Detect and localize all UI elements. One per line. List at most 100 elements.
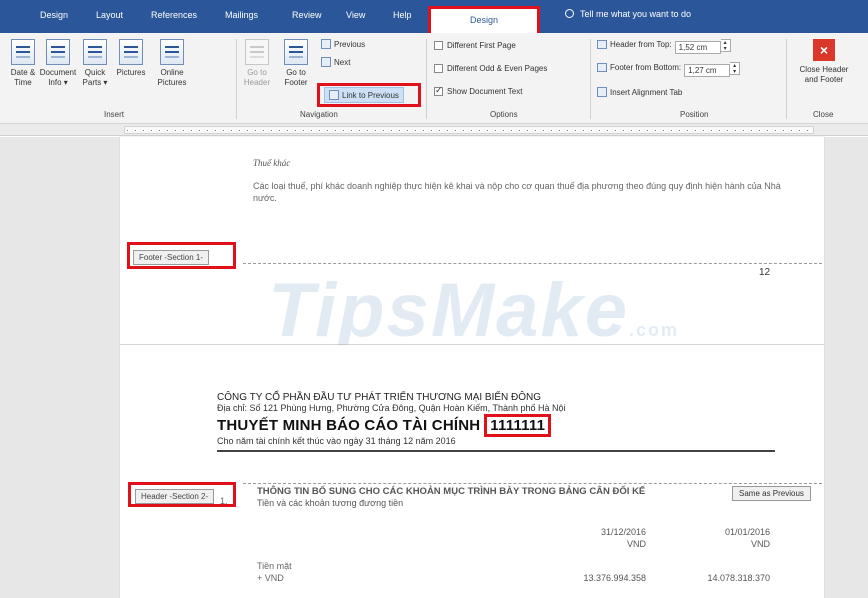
row-value-2: 14.078.318.370 [707,573,770,583]
tab-header-footer-design[interactable]: Design [428,6,540,33]
online-pictures-label-1: Online [160,68,184,77]
tab-review[interactable]: Review [292,10,322,20]
online-pictures-button[interactable]: Online Pictures [150,39,194,88]
row-value-1: 13.376.994.358 [583,573,646,583]
header-from-top-field[interactable]: 1,52 cm [674,41,721,54]
tell-me-box[interactable]: Tell me what you want to do [565,9,691,19]
group-separator [426,39,427,119]
watermark-suffix: .com [628,320,679,340]
close-icon: × [813,39,835,61]
quick-parts-label-1: Quick [84,68,106,77]
go-to-footer-label-2: Footer [284,78,308,87]
quick-parts-label-2: Parts ▾ [82,78,108,87]
document-info-icon [46,39,70,65]
different-odd-even-label: Different Odd & Even Pages [447,64,548,73]
report-title: THUYẾT MINH BÁO CÁO TÀI CHÍNH 1111111 [217,414,552,437]
next-label: Next [334,58,351,67]
go-to-footer-label-1: Go to [286,68,306,77]
watermark-main: TipsMake [268,268,629,353]
date-time-label-2: Time [14,78,32,87]
tell-me-text: Tell me what you want to do [580,9,692,19]
column-header-unit-2: VND [750,539,770,549]
previous-label: Previous [334,40,366,49]
previous-button[interactable]: Previous [321,39,365,49]
go-to-header-label-2: Header [243,78,271,87]
close-group-label: Close [813,110,834,119]
different-odd-even-checkbox[interactable]: Different Odd & Even Pages [434,64,547,73]
row-sub-label: + VND [257,573,284,583]
column-header-date-1: 31/12/2016 [600,527,646,537]
footer-icon [284,39,308,65]
document-info-button[interactable]: Document Info ▾ [38,39,78,88]
go-to-header-label-1: Go to [247,68,267,77]
tab-view[interactable]: View [346,10,365,20]
tab-layout[interactable]: Layout [96,10,123,20]
report-subtitle: Cho năm tài chính kết thúc vào ngày 31 t… [217,436,456,446]
document-info-label-1: Document [39,68,77,77]
group-separator [590,39,591,119]
date-time-label-1: Date & [10,68,36,77]
group-separator [236,39,237,119]
checkbox-box-checked [434,85,443,96]
column-header-unit-1: VND [626,539,646,549]
header-from-top-spinner[interactable]: Header from Top: 1,52 cm ▴ ▾ [597,39,731,54]
tab-references[interactable]: References [151,10,197,20]
link-to-previous-highlight [317,83,421,107]
document-canvas: Thuế khác Các loại thuế, phí khác doanh … [0,137,868,598]
pictures-button[interactable]: Pictures [110,39,152,78]
online-picture-icon [160,39,184,65]
footer-from-bottom-field[interactable]: 1,27 cm [684,64,731,77]
show-document-text-checkbox[interactable]: Show Document Text [434,85,523,96]
options-group-label: Options [490,110,518,119]
next-section-icon [321,57,331,67]
header-boundary-line [243,483,822,484]
lightbulb-icon [565,9,574,18]
insert-group-label: Insert [104,110,125,119]
horizontal-ruler [0,124,868,136]
calendar-icon [11,39,35,65]
insert-alignment-tab-button[interactable]: Insert Alignment Tab [597,87,682,97]
report-title-number[interactable]: 1111111 [484,414,552,437]
online-pictures-label-2: Pictures [157,78,187,87]
alignment-tab-icon [597,87,607,97]
tab-help[interactable]: Help [393,10,412,20]
next-button[interactable]: Next [321,57,350,67]
close-header-footer-button[interactable]: × Close Header and Footer [792,39,856,85]
ruler-scale[interactable] [124,126,814,134]
position-group-label: Position [680,110,709,119]
date-time-button[interactable]: Date & Time [4,39,42,88]
different-first-page-checkbox[interactable]: Different First Page [434,41,516,50]
section-heading: Thuế khác [253,158,291,168]
navigation-group-label: Navigation [300,110,338,119]
footer-from-bottom-spinner[interactable]: Footer from Bottom: 1,27 cm ▴ ▾ [597,62,741,77]
tab-design-file[interactable]: Design [40,10,68,20]
checkbox-box [434,64,443,73]
body-paragraph: Các loại thuế, phí khác doanh nghiệp thự… [253,181,781,203]
section-title: THÔNG TIN BỔ SUNG CHO CÁC KHOẢN MỤC TRÌN… [257,486,646,497]
company-address: Địa chỉ: Số 121 Phùng Hưng, Phường Cửa Đ… [217,403,566,413]
go-to-footer-button[interactable]: Go to Footer [280,39,312,88]
quick-parts-button[interactable]: Quick Parts ▾ [77,39,113,88]
footer-from-bottom-label: Footer from Bottom: [610,63,682,72]
footer-position-icon [597,63,607,72]
quick-parts-icon [83,39,107,65]
previous-section-icon [321,39,331,49]
same-as-previous-tag: Same as Previous [732,486,811,501]
go-to-header-button[interactable]: Go to Header [242,39,272,88]
spinner-arrows-icon[interactable]: ▴ ▾ [720,39,731,52]
header-position-icon [597,40,607,49]
document-page-2: CÔNG TY CỔ PHẦN ĐẦU TƯ PHÁT TRIỂN THƯƠNG… [120,345,824,598]
header-icon [245,39,269,65]
footer-tag-highlight [127,242,236,269]
tab-mailings[interactable]: Mailings [225,10,258,20]
picture-icon [119,39,143,65]
ribbon-body: Date & Time Document Info ▾ Quick Parts … [0,33,868,124]
footer-boundary-line [243,263,822,264]
insert-alignment-tab-label: Insert Alignment Tab [610,88,683,97]
header-divider [217,450,775,452]
ribbon-tab-bar: Design Layout References Mailings Review… [0,0,868,33]
company-name: CÔNG TY CỔ PHẦN ĐẦU TƯ PHÁT TRIỂN THƯƠNG… [217,392,542,403]
tipsmake-watermark: TipsMake.com [268,267,679,354]
spinner-arrows-icon[interactable]: ▴ ▾ [730,62,741,75]
show-document-text-label: Show Document Text [447,87,523,96]
